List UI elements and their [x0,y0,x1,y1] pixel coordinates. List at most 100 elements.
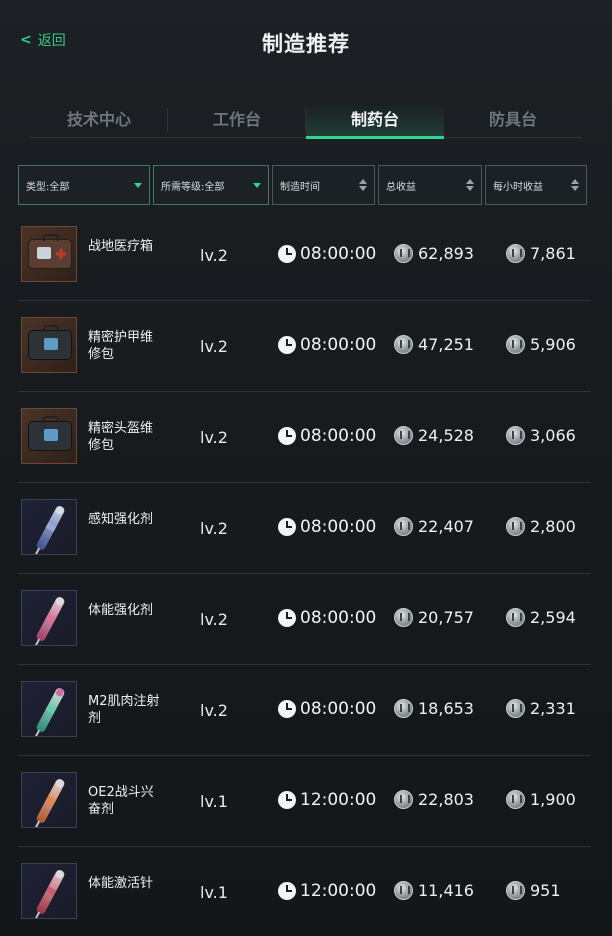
list-item[interactable]: 体能激活针 lv.1 12:00:00 11,416 951 [18,847,591,936]
coin-icon [394,881,413,900]
sort-icon [571,179,579,191]
coin-icon [506,517,525,536]
coin-icon [506,699,525,718]
total-income: 24,528 [394,426,474,445]
clock-icon [278,245,296,263]
item-level: lv.2 [200,701,228,720]
craft-time-value: 08:00:00 [300,244,377,264]
total-income-value: 47,251 [418,335,474,354]
craft-time-label: 制造时间 [280,181,320,193]
total-income: 11,416 [394,881,474,900]
hourly-income-value: 2,331 [530,699,576,718]
clock-icon [278,518,296,536]
hourly-income: 2,594 [506,608,576,627]
item-name: 体能强化剂 [88,603,154,618]
craft-time-value: 08:00:00 [300,699,377,719]
total-income-value: 18,653 [418,699,474,718]
item-level: lv.2 [200,428,228,447]
craft-time-value: 08:00:00 [300,426,377,446]
coin-icon [394,244,413,263]
hourly-income: 5,906 [506,335,576,354]
craft-time: 08:00:00 [278,426,376,446]
helmet-repair-kit-icon [21,408,77,464]
craft-time: 08:00:00 [278,517,376,537]
sort-craft-time[interactable]: 制造时间 [272,165,375,205]
item-name: 精密护甲维修包 [88,330,154,362]
armor-repair-kit-icon [21,317,77,373]
coin-icon [394,517,413,536]
item-level: lv.2 [200,337,228,356]
hourly-income-value: 2,594 [530,608,576,627]
total-income: 62,893 [394,244,474,263]
coin-icon [506,608,525,627]
tab-pharmacy[interactable]: 制药台 [306,104,444,139]
total-income: 47,251 [394,335,474,354]
coin-icon [394,608,413,627]
total-income: 20,757 [394,608,474,627]
hourly-income: 7,861 [506,244,576,263]
filter-bar: 类型:全部 所需等级:全部 制造时间 总收益 每小时收益 [18,165,587,205]
craft-time: 12:00:00 [278,790,376,810]
total-income-value: 11,416 [418,881,474,900]
item-level: lv.2 [200,246,228,265]
type-filter-label: 类型:全部 [26,181,70,193]
total-income: 22,803 [394,790,474,809]
craft-time: 08:00:00 [278,335,376,355]
hourly-income-value: 2,800 [530,517,576,536]
tab-tech-center[interactable]: 技术中心 [30,104,168,137]
item-name: M2肌肉注射剂 [88,694,160,726]
sort-icon [359,179,367,191]
injector-icon [21,772,77,828]
injector-icon [21,863,77,919]
coin-icon [394,790,413,809]
coin-icon [506,335,525,354]
sort-hourly-income[interactable]: 每小时收益 [485,165,587,205]
item-level: lv.2 [200,519,228,538]
page-title: 制造推荐 [262,32,350,56]
item-level: lv.2 [200,610,228,629]
hourly-income: 2,800 [506,517,576,536]
list-item[interactable]: 精密护甲维修包 lv.2 08:00:00 47,251 5,906 [18,301,591,392]
hourly-income-value: 3,066 [530,426,576,445]
craft-time: 08:00:00 [278,608,376,628]
sort-total-income[interactable]: 总收益 [378,165,482,205]
list-item[interactable]: M2肌肉注射剂 lv.2 08:00:00 18,653 2,331 [18,665,591,756]
craft-time: 08:00:00 [278,699,376,719]
craft-time: 12:00:00 [278,881,376,901]
hourly-income-value: 5,906 [530,335,576,354]
injector-icon [21,590,77,646]
type-filter-dropdown[interactable]: 类型:全部 [18,165,150,205]
caret-down-icon [134,182,142,188]
coin-icon [394,426,413,445]
total-income-value: 20,757 [418,608,474,627]
coin-icon [394,699,413,718]
medkit-icon [21,226,77,282]
list-item[interactable]: 战地医疗箱 lv.2 08:00:00 62,893 7,861 [18,210,591,301]
clock-icon [278,609,296,627]
hourly-income: 3,066 [506,426,576,445]
clock-icon [278,882,296,900]
tab-armor-bench[interactable]: 防具台 [444,104,582,137]
craft-time-value: 12:00:00 [300,881,377,901]
list-item[interactable]: 感知强化剂 lv.2 08:00:00 22,407 2,800 [18,483,591,574]
injector-icon [21,681,77,737]
item-level: lv.1 [200,792,228,811]
clock-icon [278,336,296,354]
total-income-value: 22,407 [418,517,474,536]
item-name: OE2战斗兴奋剂 [88,785,154,817]
list-item[interactable]: 精密头盔维修包 lv.2 08:00:00 24,528 3,066 [18,392,591,483]
clock-icon [278,791,296,809]
level-filter-dropdown[interactable]: 所需等级:全部 [153,165,269,205]
hourly-income-value: 7,861 [530,244,576,263]
list-item[interactable]: 体能强化剂 lv.2 08:00:00 20,757 2,594 [18,574,591,665]
tab-workbench[interactable]: 工作台 [168,104,306,137]
clock-icon [278,427,296,445]
item-name: 战地医疗箱 [88,239,154,254]
craft-time-value: 08:00:00 [300,608,377,628]
item-name: 体能激活针 [88,876,154,891]
list-item[interactable]: OE2战斗兴奋剂 lv.1 12:00:00 22,803 1,900 [18,756,591,847]
item-level: lv.1 [200,883,228,902]
hourly-income: 1,900 [506,790,576,809]
header: < 返回 制造推荐 [0,0,612,90]
total-income-label: 总收益 [386,181,416,193]
